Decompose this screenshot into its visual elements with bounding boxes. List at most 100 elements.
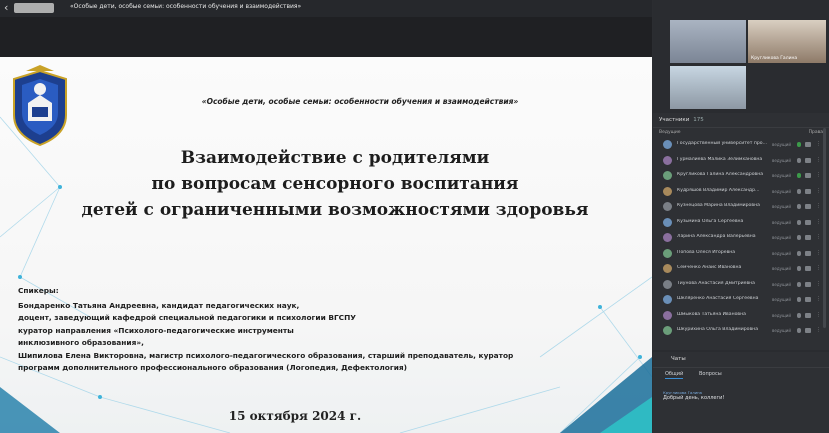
participant-row[interactable]: Шмыкова Татьяна Ивановна ведущий ⋮ [653, 308, 829, 324]
more-options-icon[interactable]: ⋮ [816, 234, 821, 240]
tab-questions[interactable]: Вопросы [699, 371, 722, 377]
avatar [663, 171, 672, 180]
participant-role: ведущий [772, 328, 791, 333]
participant-row[interactable]: Сёмченко Анаис Ивановна ведущий ⋮ [653, 261, 829, 277]
camera-icon[interactable] [805, 235, 811, 240]
camera-icon[interactable] [805, 297, 811, 302]
avatar [663, 217, 672, 227]
participant-row[interactable]: Кузьмина Ольга Сергеевна ведущий ⋮ [653, 215, 829, 231]
camera-icon[interactable] [805, 157, 811, 163]
speakers-block: Спикеры: Бондаренко Татьяна Андреевна, к… [18, 285, 628, 375]
more-options-icon[interactable]: ⋮ [816, 172, 821, 178]
microphone-icon[interactable] [797, 281, 801, 287]
participant-role: ведущий [772, 281, 791, 287]
participants-header[interactable]: Участники 175 [653, 113, 829, 128]
participant-role: ведущий [772, 297, 791, 302]
microphone-icon[interactable] [797, 297, 801, 302]
participant-role: ведущий [772, 157, 791, 163]
participants-section: Ведущие Права [653, 128, 829, 137]
chat-tabs: Общий Вопросы [653, 368, 829, 382]
camera-icon[interactable] [805, 219, 811, 225]
participant-name: Шкурихина Ольга Владимировна [677, 327, 759, 332]
video-tile[interactable] [670, 20, 746, 63]
more-options-icon[interactable]: ⋮ [816, 219, 821, 225]
participant-role: ведущий [772, 188, 791, 194]
microphone-icon[interactable] [797, 235, 801, 240]
participant-name: Ларина Александра Валерьевна [677, 234, 756, 239]
more-options-icon[interactable]: ⋮ [816, 157, 821, 163]
camera-icon[interactable] [805, 142, 811, 147]
microphone-icon[interactable] [797, 188, 801, 194]
avatar [663, 295, 672, 304]
rights-label: Права [808, 130, 823, 135]
slide-date: 15 октября 2024 г. [228, 409, 362, 423]
participant-row[interactable]: Тиунова Анастасия Дмитриевна ведущий ⋮ [653, 277, 829, 293]
camera-icon[interactable] [805, 188, 811, 194]
more-options-icon[interactable]: ⋮ [816, 141, 821, 147]
tab-general[interactable]: Общий [665, 371, 684, 379]
top-bar: ‹ «Особые дети, особые семьи: особенност… [0, 0, 652, 17]
camera-icon[interactable] [805, 328, 811, 333]
participant-name: Кузьмина Ольга Сергеевна [677, 218, 744, 224]
scrollbar[interactable] [823, 128, 826, 328]
participant-role: ведущий [772, 235, 791, 240]
speaker-line: инклюзивного образования», [18, 338, 144, 347]
microphone-icon[interactable] [797, 173, 801, 178]
more-options-icon[interactable]: ⋮ [816, 312, 821, 318]
camera-icon[interactable] [805, 266, 811, 271]
participant-row[interactable]: Кудряшов Владимир Александр... ведущий ⋮ [653, 184, 829, 200]
participant-row[interactable]: Ларина Александра Валерьевна ведущий ⋮ [653, 230, 829, 246]
participant-row[interactable]: Кругликова Галина Александровна ведущий ⋮ [653, 168, 829, 184]
slide-header: «Особые дети, особые семьи: особенности … [201, 97, 519, 106]
camera-icon[interactable] [805, 281, 811, 287]
participant-row[interactable]: Попова Олеся Игоревна ведущий ⋮ [653, 246, 829, 262]
participant-name: Государственный университет про... [677, 141, 767, 146]
participant-row[interactable]: Кузнецова Марина Владимировна ведущий ⋮ [653, 199, 829, 215]
microphone-icon[interactable] [797, 266, 801, 271]
avatar [663, 233, 672, 242]
microphone-icon[interactable] [797, 250, 801, 256]
more-options-icon[interactable]: ⋮ [816, 203, 821, 209]
avatar [663, 326, 672, 335]
video-tile[interactable]: Кругликова Галина [748, 20, 826, 63]
avatar [663, 202, 672, 211]
more-options-icon[interactable]: ⋮ [816, 281, 821, 287]
more-options-icon[interactable]: ⋮ [816, 265, 821, 271]
camera-icon[interactable] [805, 173, 811, 178]
participant-role: ведущий [772, 250, 791, 256]
university-emblem [13, 65, 67, 147]
participant-role: ведущий [772, 204, 791, 209]
camera-icon[interactable] [805, 204, 811, 209]
arrow-left-icon[interactable]: ‹ [4, 2, 8, 14]
microphone-icon[interactable] [797, 142, 801, 147]
microphone-icon[interactable] [797, 204, 801, 209]
microphone-icon[interactable] [797, 312, 801, 318]
camera-icon[interactable] [805, 250, 811, 256]
participant-row[interactable]: Шкурихина Ольга Владимировна ведущий ⋮ [653, 323, 829, 339]
participant-row[interactable]: Гурмалиева Малика Зелимхановна ведущий ⋮ [653, 153, 829, 169]
chat-panel: Чаты Общий Вопросы Кругликова Галина Доб… [653, 352, 829, 433]
participants-count: 175 [693, 117, 704, 123]
section-label: Ведущие [659, 130, 681, 135]
participant-name: Кудряшов Владимир Александр... [677, 187, 760, 193]
app-logo [14, 3, 54, 13]
more-options-icon[interactable]: ⋮ [816, 250, 821, 256]
speakers-label: Спикеры: [18, 286, 59, 295]
chat-header[interactable]: Чаты [653, 352, 829, 368]
slide-title-line: детей с ограниченными возможностями здор… [81, 200, 589, 220]
participant-row[interactable]: Государственный университет про... ведущи… [653, 137, 829, 153]
video-tile[interactable] [670, 66, 746, 109]
camera-icon[interactable] [805, 312, 811, 318]
more-options-icon[interactable]: ⋮ [816, 188, 821, 194]
more-options-icon[interactable]: ⋮ [816, 296, 821, 302]
participant-role: ведущий [772, 266, 791, 271]
video-tile-name: Кругликова Галина [751, 56, 798, 61]
participant-role: ведущий [772, 219, 791, 225]
participant-name: Кругликова Галина Александровна [677, 172, 764, 177]
microphone-icon[interactable] [797, 219, 801, 225]
microphone-icon[interactable] [797, 328, 801, 333]
speaker-line: Шипилова Елена Викторовна, магистр психо… [18, 350, 514, 360]
more-options-icon[interactable]: ⋮ [816, 327, 821, 333]
microphone-icon[interactable] [797, 157, 801, 163]
participant-row[interactable]: Шкляренко Анастасия Сергеевна ведущий ⋮ [653, 292, 829, 308]
